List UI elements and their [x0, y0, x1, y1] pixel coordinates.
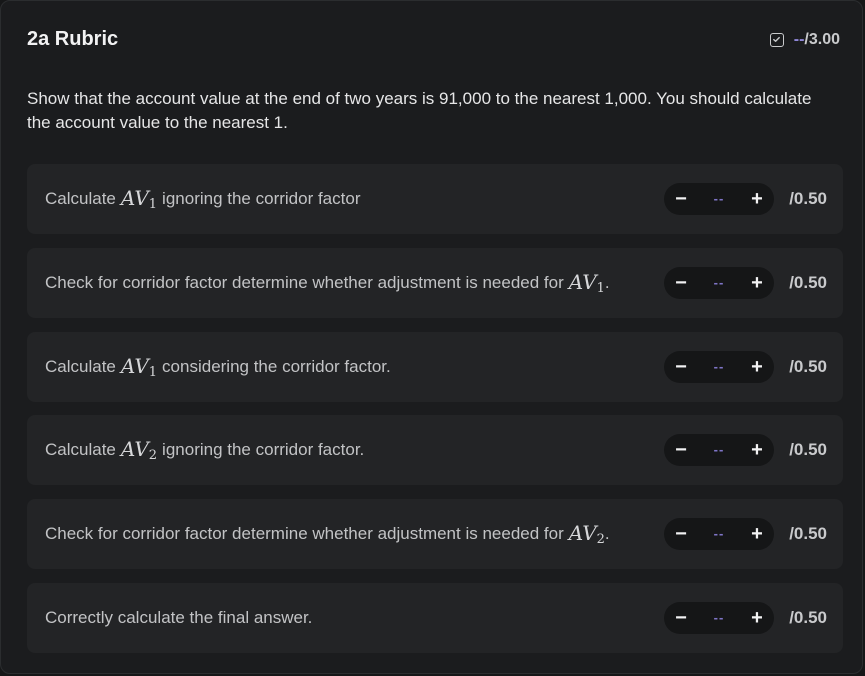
checkbox-icon[interactable] [769, 33, 784, 47]
score-total: /3.00 [804, 31, 840, 48]
increment-button[interactable]: + [741, 434, 773, 466]
stepper-value[interactable]: -- [704, 351, 734, 383]
rubric-item: Check for corridor factor determine whet… [27, 499, 843, 570]
item-text: Calculate [45, 440, 116, 460]
increment-button[interactable]: + [741, 518, 773, 550]
item-text: considering the corridor factor. [162, 356, 391, 376]
math-subscript: 1 [148, 364, 158, 380]
math-expression: AV2 [569, 521, 605, 547]
score-stepper: − -- + [664, 434, 774, 467]
math-subscript: 1 [148, 197, 158, 212]
item-max-score: /0.50 [789, 524, 827, 544]
math-expression: AV1 [121, 186, 157, 212]
rubric-panel: 2a Rubric -- /3.00 Show that the account… [0, 0, 863, 674]
stepper-value[interactable]: -- [704, 183, 734, 215]
item-text: . [604, 524, 610, 544]
rubric-description: Show that the account value at the end o… [27, 89, 812, 132]
increment-button[interactable]: + [741, 351, 773, 383]
rubric-item-label: Calculate AV2 ignoring the corridor fact… [45, 415, 364, 485]
rubric-item: Correctly calculate the final answer. − … [27, 582, 843, 653]
decrement-button[interactable]: − [665, 267, 697, 299]
score-stepper: − -- + [664, 266, 774, 299]
item-text: . [604, 272, 610, 292]
stepper-value[interactable]: -- [704, 518, 734, 550]
item-text: Calculate [45, 356, 116, 376]
decrement-button[interactable]: − [665, 183, 697, 215]
math-base: AV [568, 521, 597, 546]
rubric-item-label: Calculate AV1 considering the corridor f… [45, 332, 391, 402]
decrement-button[interactable]: − [665, 351, 697, 383]
rubric-item: Calculate AV2 ignoring the corridor fact… [27, 415, 843, 486]
item-text: Check for corridor factor determine whet… [45, 524, 564, 544]
increment-button[interactable]: + [741, 183, 773, 215]
rubric-title: 2a Rubric [27, 28, 119, 50]
math-subscript: 2 [148, 448, 158, 464]
item-text: ignoring the corridor factor. [162, 440, 365, 460]
item-text: Calculate [45, 189, 116, 208]
math-base: AV [120, 437, 149, 462]
rubric-item: Calculate AV1 considering the corridor f… [27, 331, 843, 402]
score-stepper: − -- + [664, 601, 774, 634]
item-max-score: /0.50 [789, 440, 827, 460]
item-text: ignoring the corridor factor [162, 189, 361, 208]
decrement-button[interactable]: − [665, 602, 697, 634]
rubric-score: -- /3.00 [769, 29, 840, 51]
rubric-item-label: Calculate AV1 ignoring the corridor fact… [45, 164, 360, 234]
score-stepper: − -- + [664, 350, 774, 383]
rubric-item: Calculate AV1 ignoring the corridor fact… [27, 164, 843, 234]
item-max-score: /0.50 [789, 607, 827, 627]
item-max-score: /0.50 [789, 356, 827, 376]
math-base: AV [120, 186, 149, 210]
math-expression: AV2 [121, 437, 157, 463]
stepper-value[interactable]: -- [704, 434, 734, 466]
rubric-item-label: Check for corridor factor determine whet… [45, 248, 610, 318]
decrement-button[interactable]: − [665, 518, 697, 550]
rubric-items: Calculate AV1 ignoring the corridor fact… [27, 164, 843, 667]
checkmark-icon [772, 36, 780, 42]
math-expression: AV1 [121, 354, 157, 380]
rubric-item-label: Correctly calculate the final answer. [45, 583, 312, 653]
math-subscript: 1 [596, 280, 605, 296]
rubric-item-label: Check for corridor factor determine whet… [45, 499, 610, 569]
item-max-score: /0.50 [789, 272, 827, 292]
score-current: -- [793, 31, 805, 48]
decrement-button[interactable]: − [665, 434, 697, 466]
rubric-item: Check for corridor factor determine whet… [27, 247, 843, 318]
stepper-value[interactable]: -- [704, 602, 734, 634]
score-stepper: − -- + [664, 183, 774, 215]
math-base: AV [120, 353, 149, 378]
stepper-value[interactable]: -- [704, 267, 734, 299]
item-text: Correctly calculate the final answer. [45, 607, 313, 627]
math-base: AV [568, 269, 597, 294]
math-subscript: 2 [596, 532, 605, 548]
item-text: Check for corridor factor determine whet… [45, 272, 564, 292]
score-stepper: − -- + [664, 518, 774, 551]
increment-button[interactable]: + [741, 267, 773, 299]
item-max-score: /0.50 [789, 189, 827, 208]
math-expression: AV1 [569, 270, 605, 296]
rubric-header: 2a Rubric -- /3.00 [27, 25, 840, 55]
increment-button[interactable]: + [741, 602, 773, 634]
